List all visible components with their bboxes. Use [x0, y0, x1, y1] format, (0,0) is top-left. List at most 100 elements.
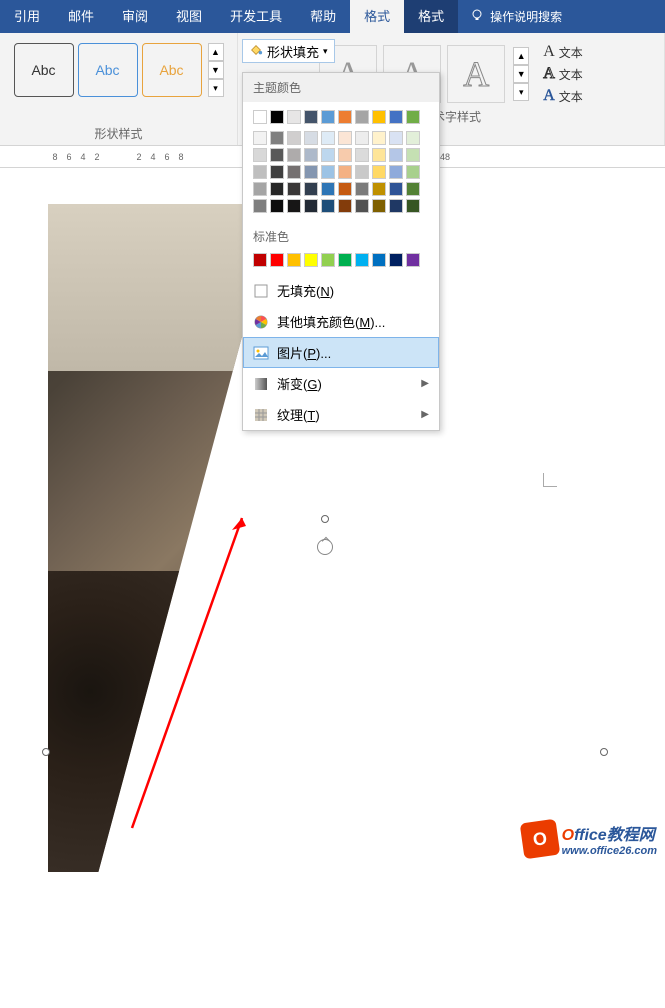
gallery-up-icon[interactable]: ▲ — [208, 43, 224, 61]
color-swatch[interactable] — [406, 182, 420, 196]
color-swatch[interactable] — [270, 199, 284, 213]
color-swatch[interactable] — [270, 148, 284, 162]
color-swatch[interactable] — [389, 165, 403, 179]
color-swatch[interactable] — [304, 110, 318, 124]
picture-fill-item[interactable]: 图片(P)... — [243, 337, 439, 368]
resize-handle-right[interactable] — [600, 748, 608, 756]
resize-handle-top[interactable] — [321, 515, 329, 523]
color-swatch[interactable] — [355, 131, 369, 145]
color-swatch[interactable] — [372, 253, 386, 267]
tab-references[interactable]: 引用 — [0, 0, 54, 33]
color-swatch[interactable] — [304, 199, 318, 213]
color-swatch[interactable] — [372, 182, 386, 196]
wordart-down-icon[interactable]: ▼ — [513, 65, 529, 83]
wordart-more-icon[interactable]: ▾ — [513, 83, 529, 101]
tab-mailings[interactable]: 邮件 — [54, 0, 108, 33]
color-swatch[interactable] — [304, 182, 318, 196]
wordart-style-3[interactable]: A — [447, 45, 505, 103]
color-swatch[interactable] — [321, 110, 335, 124]
color-swatch[interactable] — [304, 148, 318, 162]
color-swatch[interactable] — [321, 253, 335, 267]
color-swatch[interactable] — [372, 199, 386, 213]
color-swatch[interactable] — [389, 148, 403, 162]
color-swatch[interactable] — [338, 253, 352, 267]
color-swatch[interactable] — [270, 110, 284, 124]
color-swatch[interactable] — [406, 110, 420, 124]
color-swatch[interactable] — [389, 253, 403, 267]
color-swatch[interactable] — [304, 165, 318, 179]
color-swatch[interactable] — [287, 253, 301, 267]
color-swatch[interactable] — [389, 199, 403, 213]
color-swatch[interactable] — [372, 110, 386, 124]
color-swatch[interactable] — [253, 253, 267, 267]
color-swatch[interactable] — [321, 131, 335, 145]
color-swatch[interactable] — [406, 165, 420, 179]
color-swatch[interactable] — [287, 199, 301, 213]
color-swatch[interactable] — [253, 110, 267, 124]
rotate-handle[interactable] — [317, 539, 333, 555]
color-swatch[interactable] — [338, 199, 352, 213]
color-swatch[interactable] — [287, 110, 301, 124]
shape-fill-button[interactable]: 形状填充 ▾ — [242, 39, 335, 63]
color-swatch[interactable] — [389, 110, 403, 124]
color-swatch[interactable] — [304, 253, 318, 267]
color-swatch[interactable] — [355, 199, 369, 213]
color-swatch[interactable] — [253, 165, 267, 179]
gradient-fill-item[interactable]: 渐变(G) ▶ — [243, 368, 439, 399]
color-swatch[interactable] — [406, 148, 420, 162]
color-swatch[interactable] — [321, 165, 335, 179]
color-swatch[interactable] — [287, 131, 301, 145]
shape-style-1[interactable]: Abc — [14, 43, 74, 97]
color-swatch[interactable] — [287, 148, 301, 162]
color-swatch[interactable] — [253, 182, 267, 196]
color-swatch[interactable] — [321, 199, 335, 213]
tab-review[interactable]: 审阅 — [108, 0, 162, 33]
texture-fill-item[interactable]: 纹理(T) ▶ — [243, 399, 439, 430]
text-effects-button[interactable]: A文本 — [543, 87, 583, 105]
color-swatch[interactable] — [355, 253, 369, 267]
color-swatch[interactable] — [355, 165, 369, 179]
no-fill-item[interactable]: 无填充(N) — [243, 275, 439, 306]
color-swatch[interactable] — [253, 148, 267, 162]
color-swatch[interactable] — [270, 253, 284, 267]
shape-style-2[interactable]: Abc — [78, 43, 138, 97]
color-swatch[interactable] — [372, 131, 386, 145]
color-swatch[interactable] — [389, 182, 403, 196]
color-swatch[interactable] — [253, 199, 267, 213]
color-swatch[interactable] — [321, 148, 335, 162]
tab-format-2[interactable]: 格式 — [404, 0, 458, 33]
shape-style-3[interactable]: Abc — [142, 43, 202, 97]
color-swatch[interactable] — [287, 165, 301, 179]
color-swatch[interactable] — [321, 182, 335, 196]
color-swatch[interactable] — [304, 131, 318, 145]
gallery-more-icon[interactable]: ▾ — [208, 79, 224, 97]
tab-help[interactable]: 帮助 — [296, 0, 350, 33]
text-fill-button[interactable]: A文本 — [543, 43, 583, 61]
color-swatch[interactable] — [253, 131, 267, 145]
color-swatch[interactable] — [338, 165, 352, 179]
color-swatch[interactable] — [355, 148, 369, 162]
color-swatch[interactable] — [287, 182, 301, 196]
resize-handle-left[interactable] — [42, 748, 50, 756]
wordart-up-icon[interactable]: ▲ — [513, 47, 529, 65]
color-swatch[interactable] — [270, 165, 284, 179]
color-swatch[interactable] — [355, 182, 369, 196]
color-swatch[interactable] — [338, 131, 352, 145]
color-swatch[interactable] — [338, 182, 352, 196]
color-swatch[interactable] — [338, 148, 352, 162]
text-outline-button[interactable]: A文本 — [543, 65, 583, 83]
more-colors-item[interactable]: 其他填充颜色(M)... — [243, 306, 439, 337]
color-swatch[interactable] — [406, 253, 420, 267]
tab-format-active[interactable]: 格式 — [350, 0, 404, 33]
color-swatch[interactable] — [355, 110, 369, 124]
color-swatch[interactable] — [406, 199, 420, 213]
tab-view[interactable]: 视图 — [162, 0, 216, 33]
color-swatch[interactable] — [406, 131, 420, 145]
color-swatch[interactable] — [389, 131, 403, 145]
tab-developer[interactable]: 开发工具 — [216, 0, 296, 33]
color-swatch[interactable] — [338, 110, 352, 124]
gallery-down-icon[interactable]: ▼ — [208, 61, 224, 79]
tell-me-search[interactable]: 操作说明搜索 — [458, 8, 562, 25]
color-swatch[interactable] — [270, 182, 284, 196]
color-swatch[interactable] — [270, 131, 284, 145]
